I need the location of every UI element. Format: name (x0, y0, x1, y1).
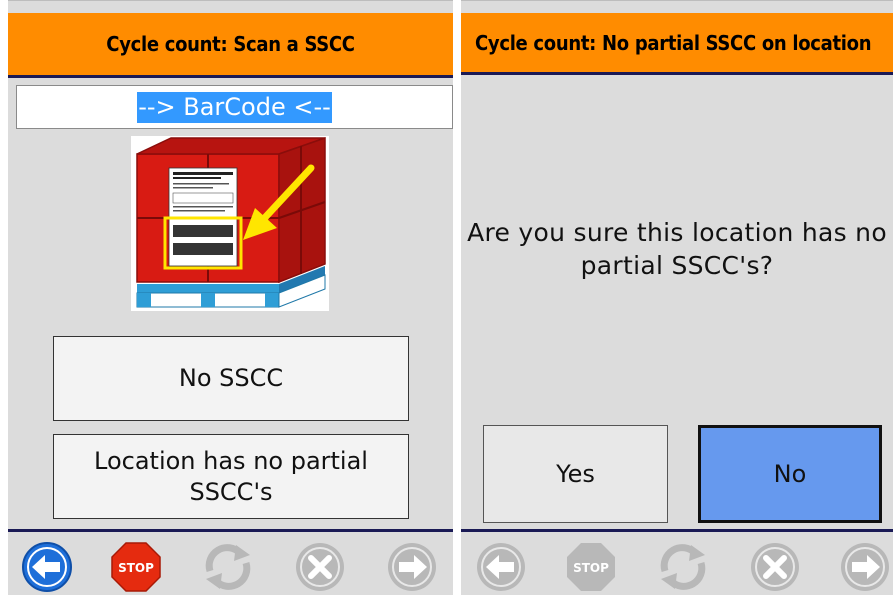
back-arrow-icon[interactable] (475, 541, 527, 593)
stop-icon[interactable]: STOP (110, 541, 162, 593)
cancel-x-icon[interactable] (749, 541, 801, 593)
bottom-toolbar: STOP (461, 529, 893, 595)
back-arrow-icon[interactable] (21, 541, 73, 593)
no-partial-sscc-screen: Cycle count: No partial SSCC on location… (461, 0, 893, 595)
no-button[interactable]: No (698, 425, 882, 523)
barcode-input[interactable]: --> BarCode <-- (16, 85, 453, 129)
forward-arrow-icon[interactable] (386, 541, 438, 593)
stop-icon[interactable]: STOP (565, 541, 617, 593)
yes-button[interactable]: Yes (483, 425, 668, 523)
refresh-icon[interactable] (657, 541, 709, 593)
forward-arrow-icon[interactable] (839, 541, 891, 593)
bottom-toolbar: STOP (8, 529, 453, 595)
svg-text:STOP: STOP (118, 561, 154, 575)
barcode-input-value: --> BarCode <-- (137, 91, 332, 123)
confirmation-question: Are you sure this location has no partia… (467, 218, 887, 280)
refresh-icon[interactable] (202, 541, 254, 593)
scan-sscc-screen: Cycle count: Scan a SSCC --> BarCode <-- (8, 0, 453, 595)
no-sscc-button[interactable]: No SSCC (53, 336, 409, 421)
svg-text:STOP: STOP (573, 561, 609, 575)
pallet-sscc-image (131, 136, 329, 311)
screen-title: Cycle count: Scan a SSCC (8, 13, 453, 78)
no-partial-sscc-button[interactable]: Location has no partial SSCC's (53, 434, 409, 519)
cancel-x-icon[interactable] (294, 541, 346, 593)
screen-title: Cycle count: No partial SSCC on location (461, 13, 893, 75)
